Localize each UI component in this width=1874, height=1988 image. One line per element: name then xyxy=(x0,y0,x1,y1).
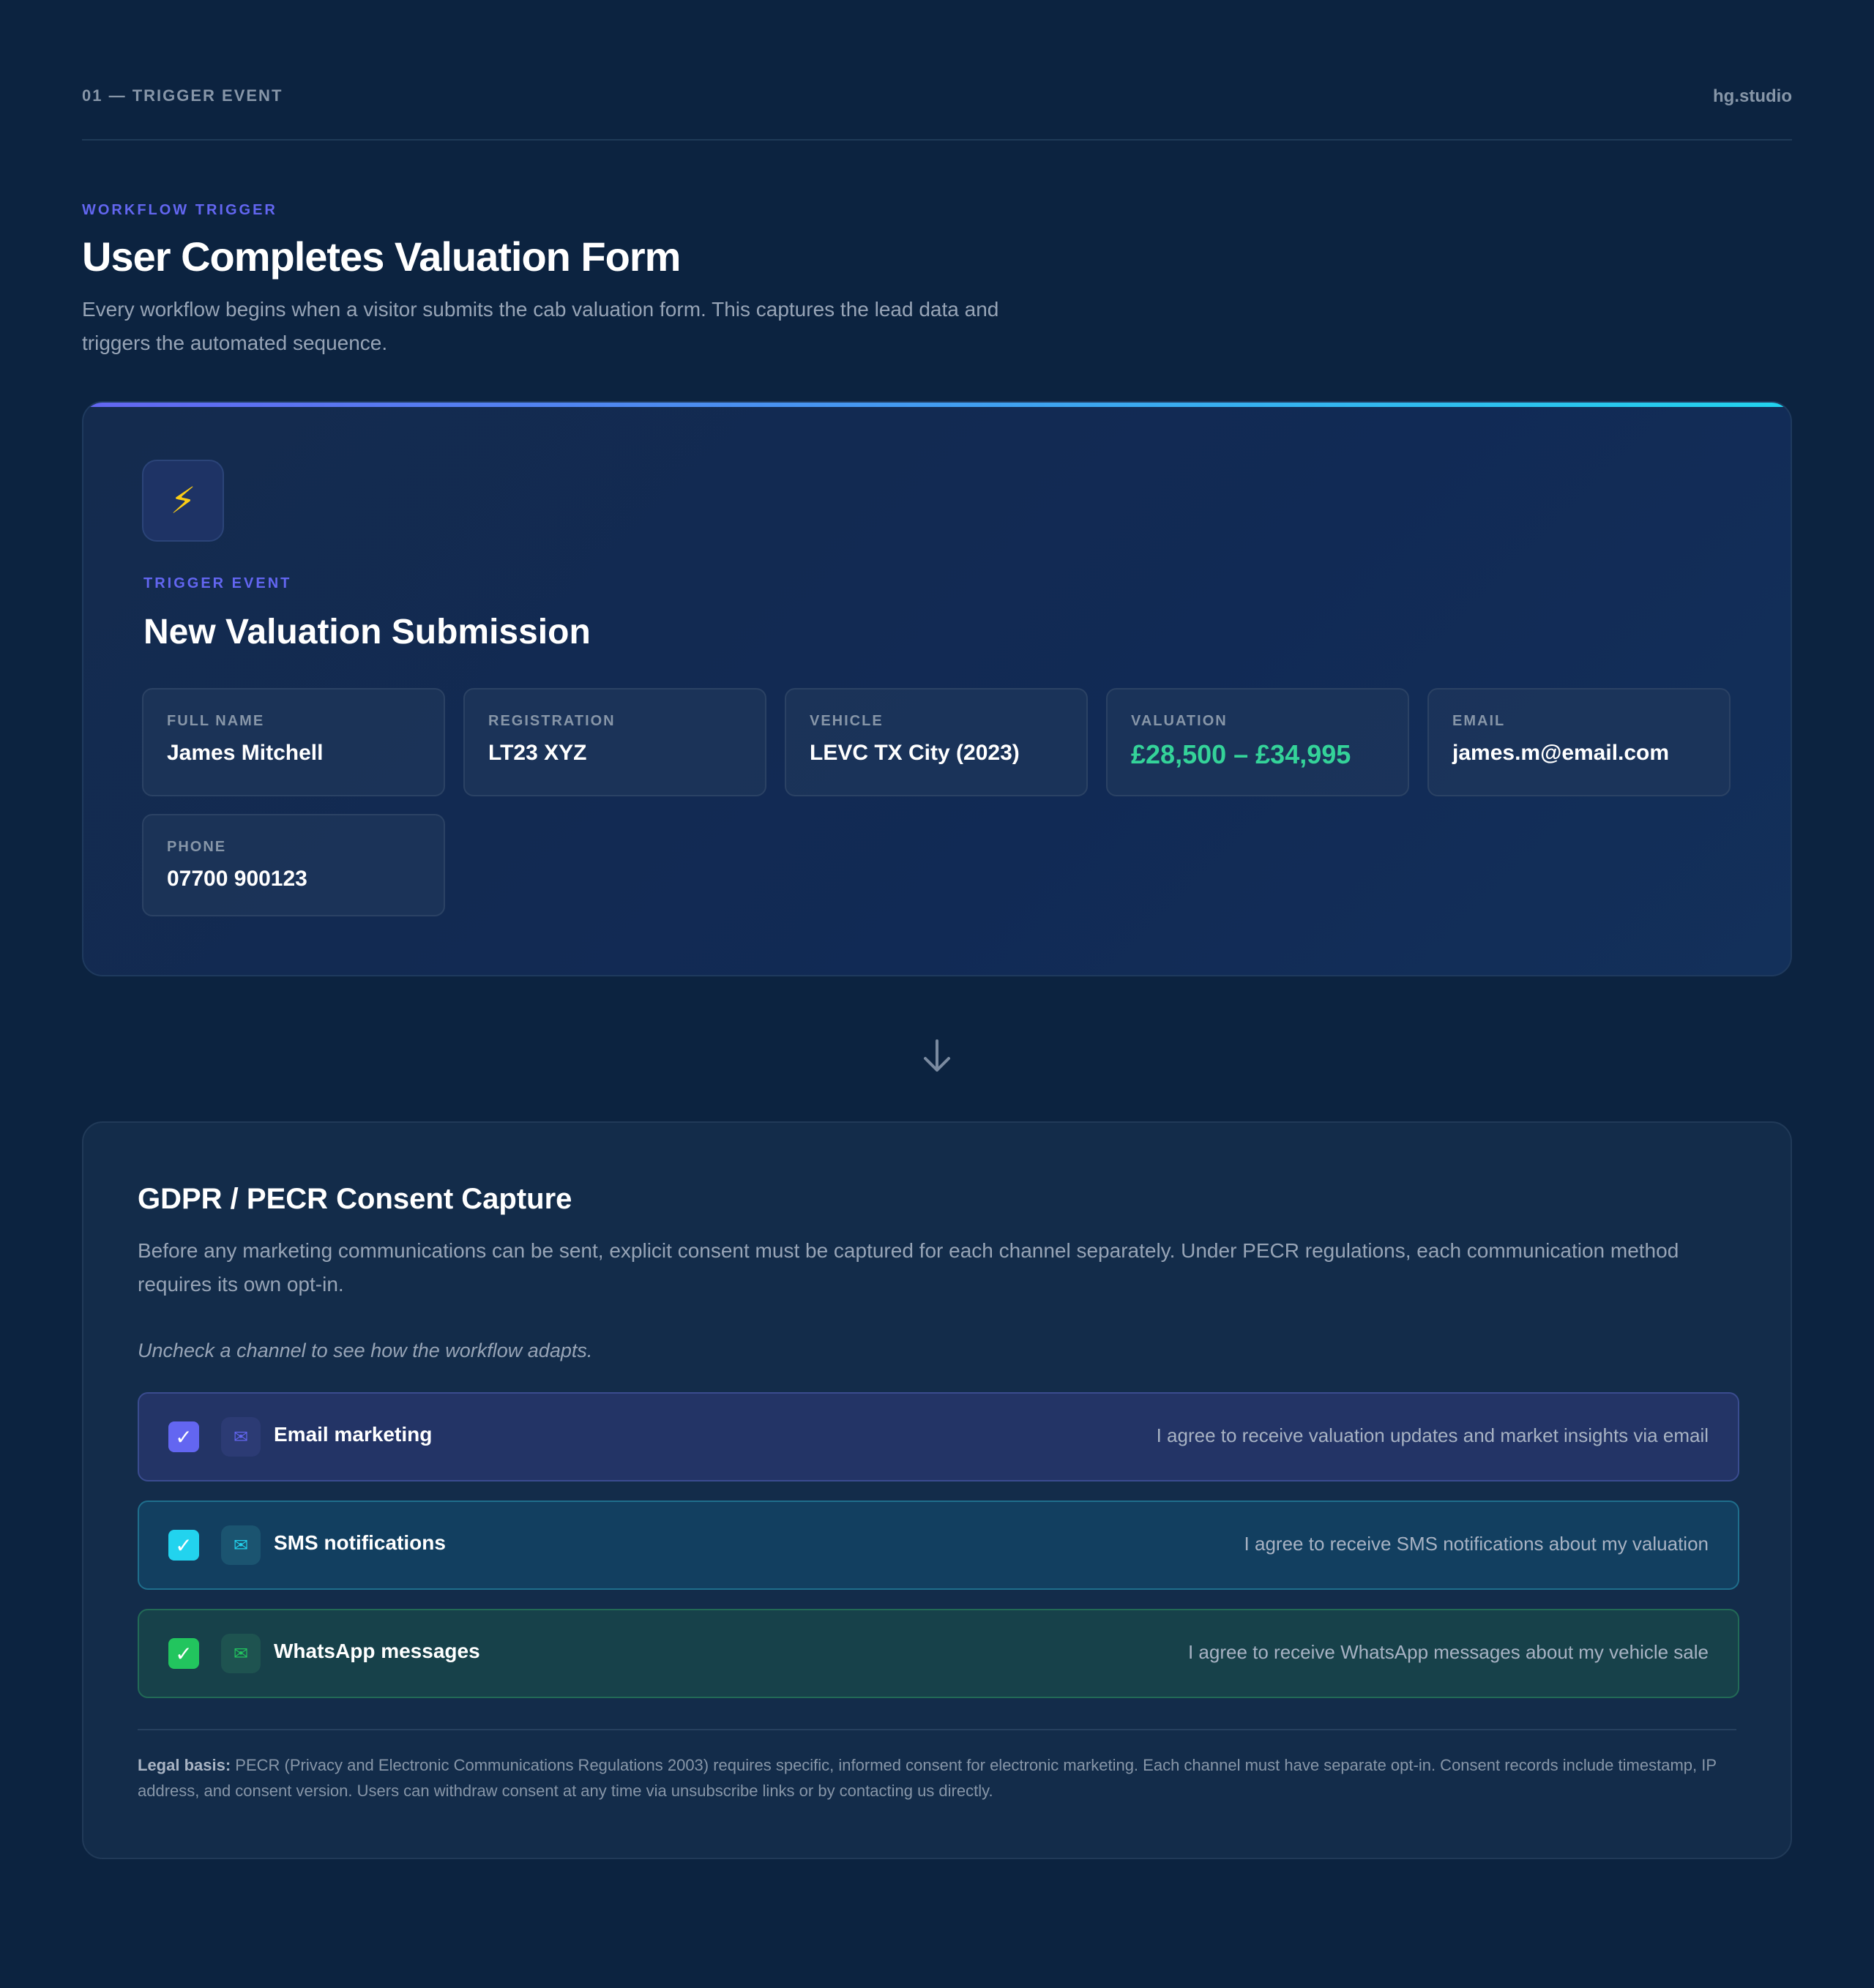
valuation-range: £28,500 – £34,995 xyxy=(1131,739,1351,769)
field-label: EMAIL xyxy=(1452,713,1506,729)
channel-email-marketing[interactable]: ✓ ✉ Email marketing I agree to receive v… xyxy=(138,1392,1739,1481)
sms-consent-checkbox[interactable]: ✓ xyxy=(168,1530,199,1561)
channel-sms-notifications[interactable]: ✓ ✉ SMS notifications I agree to receive… xyxy=(138,1501,1739,1590)
field-email: EMAIL james.m@email.com xyxy=(1427,688,1731,796)
legal-text: PECR (Privacy and Electronic Communicati… xyxy=(138,1756,1717,1800)
field-registration: REGISTRATION LT23 XYZ xyxy=(463,688,766,796)
field-value: James Mitchell xyxy=(167,741,324,765)
lightning-icon: ⚡ xyxy=(142,460,224,542)
channel-description: I agree to receive SMS notifications abo… xyxy=(1244,1533,1709,1555)
field-full-name: FULL NAME James Mitchell xyxy=(142,688,445,796)
arrow-down-icon xyxy=(924,1039,950,1072)
field-value: LEVC TX City (2023) xyxy=(810,741,1020,765)
envelope-icon: ✉ xyxy=(221,1634,261,1673)
field-valuation: VALUATION £28,500 – £34,995 xyxy=(1106,688,1409,796)
field-label: VEHICLE xyxy=(810,713,884,729)
trigger-event-card: ⚡ TRIGGER EVENT New Valuation Submission… xyxy=(82,401,1792,976)
envelope-icon: ✉ xyxy=(221,1417,261,1457)
legal-divider xyxy=(138,1729,1736,1730)
consent-hint: Uncheck a channel to see how the workflo… xyxy=(138,1339,593,1361)
email-consent-checkbox[interactable]: ✓ xyxy=(168,1421,199,1452)
consent-title: GDPR / PECR Consent Capture xyxy=(138,1183,572,1215)
channel-description: I agree to receive WhatsApp messages abo… xyxy=(1187,1641,1709,1663)
section-eyebrow: WORKFLOW TRIGGER xyxy=(82,202,277,218)
field-value: james.m@email.com xyxy=(1452,741,1670,765)
legal-label: Legal basis: xyxy=(138,1756,231,1774)
channel-description: I agree to receive valuation updates and… xyxy=(1156,1424,1709,1446)
card-accent-bar xyxy=(83,403,1791,407)
channel-whatsapp-messages[interactable]: ✓ ✉ WhatsApp messages I agree to receive… xyxy=(138,1609,1739,1698)
channel-name: Email marketing xyxy=(274,1423,433,1446)
channel-name: WhatsApp messages xyxy=(274,1640,480,1662)
legal-basis: Legal basis: PECR (Privacy and Electroni… xyxy=(138,1752,1741,1804)
field-label: REGISTRATION xyxy=(488,713,616,729)
trigger-eyebrow: TRIGGER EVENT xyxy=(143,575,292,591)
envelope-icon: ✉ xyxy=(221,1525,261,1565)
field-label: VALUATION xyxy=(1131,713,1228,729)
field-label: PHONE xyxy=(167,839,227,855)
channel-name: SMS notifications xyxy=(274,1531,446,1554)
field-value: 07700 900123 xyxy=(167,867,307,891)
whatsapp-consent-checkbox[interactable]: ✓ xyxy=(168,1638,199,1669)
field-phone: PHONE 07700 900123 xyxy=(142,814,445,916)
field-value: LT23 XYZ xyxy=(488,741,587,765)
field-label: FULL NAME xyxy=(167,713,265,729)
field-vehicle: VEHICLE LEVC TX City (2023) xyxy=(785,688,1088,796)
page-title: User Completes Valuation Form xyxy=(82,233,681,280)
top-bar: 01 — TRIGGER EVENT hg.studio xyxy=(82,82,1792,141)
trigger-title: New Valuation Submission xyxy=(143,613,591,651)
intro-description: Every workflow begins when a visitor sub… xyxy=(82,298,999,354)
consent-description: Before any marketing communications can … xyxy=(138,1239,1679,1296)
consent-capture-card: GDPR / PECR Consent Capture Before any m… xyxy=(82,1121,1792,1859)
step-label: 01 — TRIGGER EVENT xyxy=(82,86,283,105)
brand-link[interactable]: hg.studio xyxy=(1713,86,1792,107)
